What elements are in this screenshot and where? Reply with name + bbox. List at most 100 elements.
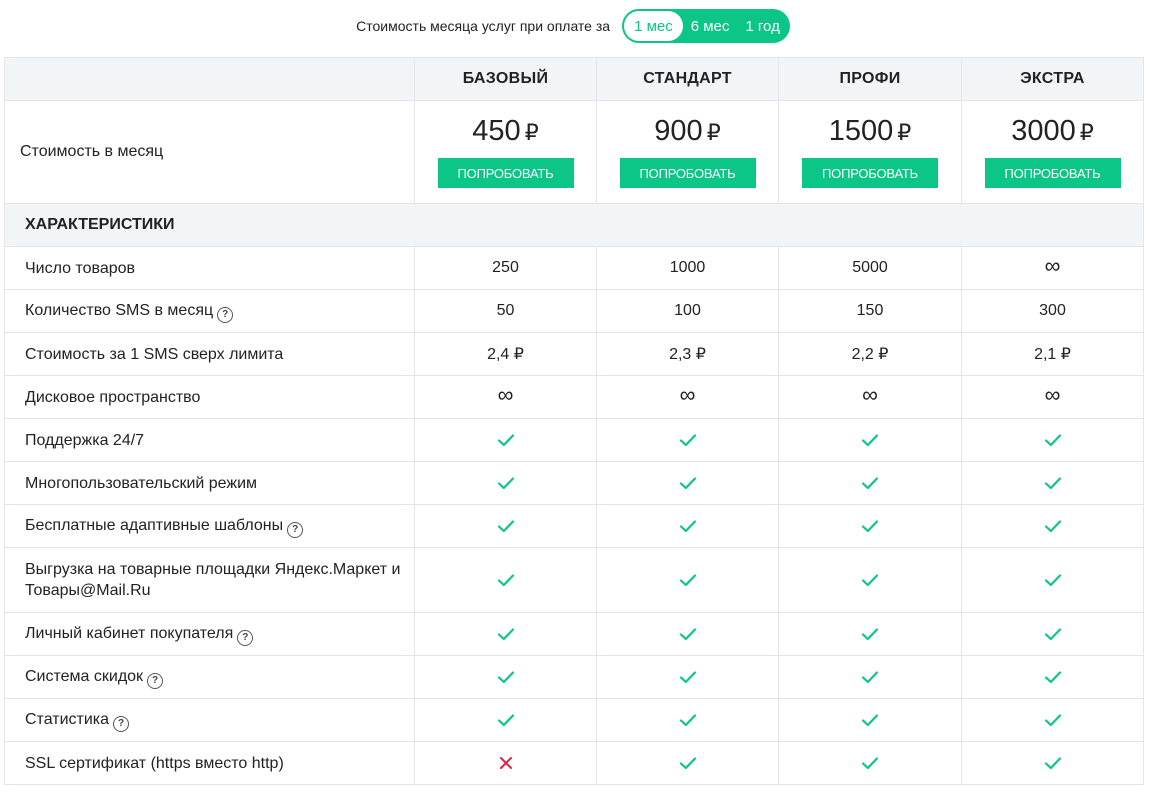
infinity-value: ∞: [679, 382, 696, 407]
feature-label-cell: Количество SMS в месяц?: [4, 289, 415, 333]
check-icon: [679, 711, 697, 728]
plan-price: 900 ₽: [597, 115, 778, 147]
feature-label-cell: SSL сертификат (https вместо http): [4, 741, 415, 785]
try-plan-button[interactable]: ПОПРОБОВАТЬ: [619, 158, 756, 188]
help-icon[interactable]: ?: [113, 715, 130, 732]
feature-value-cell: 2,3 ₽: [596, 332, 779, 376]
feature-value-cell: [414, 547, 597, 613]
plan-name-header: СТАНДАРТ: [596, 57, 779, 101]
feature-row: SSL сертификат (https вместо http): [4, 741, 1144, 785]
period-option-2[interactable]: 1 год: [737, 11, 787, 41]
feature-label: Количество SMS в месяц: [25, 301, 214, 319]
feature-value-cell: [961, 418, 1144, 462]
plan-price-cell: 3000 ₽ ПОПРОБОВАТЬ: [961, 100, 1144, 204]
feature-value-cell: [961, 461, 1144, 505]
feature-value-cell: [596, 741, 779, 785]
period-option-1[interactable]: 6 мес: [683, 11, 738, 41]
feature-value: 2,2 ₽: [851, 346, 889, 363]
check-icon: [497, 668, 515, 685]
try-plan-button[interactable]: ПОПРОБОВАТЬ: [984, 158, 1121, 188]
feature-value-cell: ∞: [778, 375, 962, 419]
feature-row: Стоимость за 1 SMS сверх лимита 2,4 ₽ 2,3 …: [4, 332, 1144, 376]
feature-value-cell: [414, 461, 597, 505]
feature-value: 250: [492, 259, 519, 276]
check-icon: [497, 571, 515, 588]
check-icon: [861, 571, 879, 588]
feature-label: Система скидок: [25, 667, 144, 685]
feature-label-cell: Стоимость за 1 SMS сверх лимита: [4, 332, 415, 376]
feature-value-cell: 2,2 ₽: [778, 332, 962, 376]
feature-value-cell: ∞: [961, 246, 1144, 290]
header-empty-cell: [4, 57, 415, 101]
check-icon: [861, 625, 879, 642]
plan-price-value: 450: [472, 115, 521, 147]
feature-label: Статистика: [25, 710, 110, 728]
feature-value-cell: ∞: [596, 375, 779, 419]
feature-label: SSL сертификат (https вместо http): [25, 754, 284, 772]
plan-price-value: 900: [654, 115, 703, 147]
feature-label-cell: Поддержка 24/7: [4, 418, 415, 462]
feature-value-cell: [414, 504, 597, 548]
feature-value-cell: [778, 418, 962, 462]
billing-period-bar: Стоимость месяца услуг при оплате за 1 м…: [0, 9, 1150, 43]
check-icon: [497, 474, 515, 491]
feature-label-cell: Выгрузка на товарные площадки Яндекс.Мар…: [4, 547, 415, 613]
plan-price-value: 1500: [828, 115, 894, 147]
plan-price-cell: 1500 ₽ ПОПРОБОВАТЬ: [778, 100, 962, 204]
feature-row: Число товаров 250 1000 5000 ∞: [4, 246, 1144, 290]
feature-row: Количество SMS в месяц? 50 100 150 300: [4, 289, 1144, 333]
feature-label: Стоимость за 1 SMS сверх лимита: [25, 345, 284, 363]
feature-value-cell: [596, 612, 779, 656]
feature-label: Дисковое пространство: [25, 388, 201, 406]
help-icon[interactable]: ?: [217, 306, 234, 323]
plan-price-cell: 900 ₽ ПОПРОБОВАТЬ: [596, 100, 779, 204]
feature-row: Бесплатные адаптивные шаблоны?: [4, 504, 1144, 548]
feature-value-cell: [778, 612, 962, 656]
feature-row: Личный кабинет покупателя?: [4, 612, 1144, 656]
currency-symbol: ₽: [706, 120, 721, 145]
feature-value-cell: [596, 418, 779, 462]
infinity-value: ∞: [497, 382, 514, 407]
feature-value: 50: [496, 302, 515, 319]
feature-value-cell: [414, 655, 597, 699]
price-row: Стоимость в месяц 450 ₽ ПОПРОБОВАТЬ 900 ₽ ПОП…: [4, 100, 1144, 204]
feature-value: 5000: [852, 259, 888, 276]
feature-label-cell: Статистика?: [4, 698, 415, 742]
try-plan-button[interactable]: ПОПРОБОВАТЬ: [437, 158, 574, 188]
feature-value-cell: [961, 655, 1144, 699]
billing-period-toggle[interactable]: 1 мес 6 мес 1 год: [622, 9, 790, 43]
feature-row: Многопользовательский режим: [4, 461, 1144, 505]
currency-symbol: ₽: [1079, 120, 1094, 145]
feature-value-cell: [778, 547, 962, 613]
feature-value-cell: 2,4 ₽: [414, 332, 597, 376]
feature-value-cell: [414, 418, 597, 462]
help-icon[interactable]: ?: [237, 629, 254, 646]
feature-value-cell: 150: [778, 289, 962, 333]
feature-value-cell: [778, 698, 962, 742]
feature-value: 150: [856, 302, 884, 319]
section-header-row: ХАРАКТЕРИСТИКИ: [4, 203, 1144, 247]
help-icon[interactable]: ?: [147, 672, 164, 689]
feature-value-cell: [778, 741, 962, 785]
feature-label-cell: Система скидок?: [4, 655, 415, 699]
feature-value: 2,4 ₽: [487, 346, 524, 363]
feature-label-cell: Личный кабинет покупателя?: [4, 612, 415, 656]
plan-header-row: БАЗОВЫЙ СТАНДАРТ ПРОФИ ЭКСТРА: [4, 57, 1144, 101]
currency-symbol: ₽: [897, 120, 912, 145]
check-icon: [1044, 711, 1062, 728]
feature-value: 100: [674, 302, 701, 319]
check-icon: [861, 711, 879, 728]
feature-value-cell: [414, 698, 597, 742]
help-icon[interactable]: ?: [287, 521, 304, 538]
currency-symbol: ₽: [524, 120, 539, 145]
feature-label: Число товаров: [25, 259, 136, 277]
feature-value-cell: 50: [414, 289, 597, 333]
check-icon: [1044, 431, 1062, 448]
try-plan-button[interactable]: ПОПРОБОВАТЬ: [802, 158, 938, 188]
check-icon: [679, 571, 697, 588]
check-icon: [861, 474, 879, 491]
feature-value-cell: [596, 547, 779, 613]
feature-label: Бесплатные адаптивные шаблоны: [25, 516, 284, 534]
feature-value-cell: [961, 547, 1144, 613]
period-option-0[interactable]: 1 мес: [624, 11, 683, 41]
